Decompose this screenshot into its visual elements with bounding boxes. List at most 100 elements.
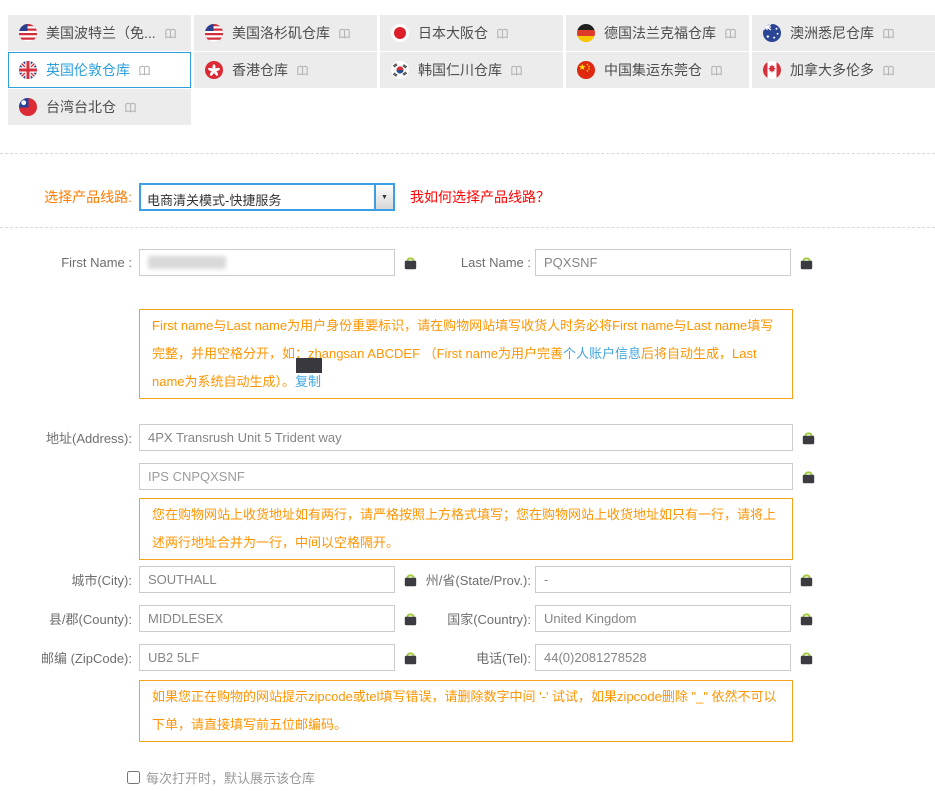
copy-name-link-label: 复制 bbox=[295, 374, 321, 389]
flag-icon-jp bbox=[391, 24, 409, 42]
warehouse-tab-gb-london[interactable]: 英国伦敦仓库 bbox=[8, 52, 191, 88]
product-line-select[interactable]: 电商清关模式-快捷服务 ▼ bbox=[139, 183, 395, 211]
copy-icon[interactable] bbox=[798, 649, 815, 666]
warehouse-tabs: 美国波特兰（免... 美国洛杉矶仓库 日本大阪仓 德国法兰克福仓库 澳洲悉尼仓库英国伦敦… bbox=[0, 0, 935, 125]
warehouse-tab-label: 英国伦敦仓库 bbox=[46, 60, 130, 80]
warehouse-tab-jp-osaka[interactable]: 日本大阪仓 bbox=[380, 15, 563, 51]
copy-icon[interactable] bbox=[798, 571, 815, 588]
zipcode-notice-box: 如果您正在购物的网站提示zipcode或tel填写错误，请删除数字中间 '-' … bbox=[139, 680, 793, 742]
zipcode-input[interactable] bbox=[139, 644, 395, 671]
copy-button-overlay[interactable] bbox=[296, 358, 322, 373]
dashed-divider-top bbox=[0, 153, 935, 154]
tel-label: 电话(Tel): bbox=[419, 648, 531, 667]
last-name-label: Last Name : bbox=[419, 255, 531, 270]
first-name-field-wrap bbox=[139, 249, 395, 276]
bookmark-icon[interactable] bbox=[138, 64, 151, 77]
address-line2-input[interactable] bbox=[139, 463, 793, 490]
warehouse-tab-cn-dongguan[interactable]: 中国集运东莞仓 bbox=[566, 52, 749, 88]
default-warehouse-label: 每次打开时，默认展示该仓库 bbox=[146, 768, 315, 787]
zipcode-label: 邮编 (ZipCode): bbox=[0, 648, 132, 667]
address-line1-row: 地址(Address): bbox=[0, 424, 935, 451]
bookmark-icon[interactable] bbox=[882, 64, 895, 77]
default-warehouse-row: 每次打开时，默认展示该仓库 bbox=[127, 768, 935, 787]
city-state-row: 城市(City): 州/省(State/Prov.): bbox=[0, 566, 935, 593]
warehouse-tab-label: 台湾台北仓 bbox=[46, 97, 116, 117]
bookmark-icon[interactable] bbox=[510, 64, 523, 77]
warehouse-tab-label: 香港仓库 bbox=[232, 60, 288, 80]
address-notice-box: 您在购物网站上收货地址如有两行，请严格按照上方格式填写；您在购物网站上收货地址如… bbox=[139, 498, 793, 560]
warehouse-tab-label: 美国洛杉矶仓库 bbox=[232, 23, 330, 43]
flag-icon-gb bbox=[19, 61, 37, 79]
flag-icon-kr bbox=[391, 61, 409, 79]
bookmark-icon[interactable] bbox=[710, 64, 723, 77]
default-warehouse-checkbox[interactable] bbox=[127, 771, 140, 784]
warehouse-tab-hk[interactable]: 香港仓库 bbox=[194, 52, 377, 88]
state-input[interactable] bbox=[535, 566, 791, 593]
flag-icon-de bbox=[577, 24, 595, 42]
city-input[interactable] bbox=[139, 566, 395, 593]
warehouse-tab-au-sydney[interactable]: 澳洲悉尼仓库 bbox=[752, 15, 935, 51]
warehouse-tab-de-frankfurt[interactable]: 德国法兰克福仓库 bbox=[566, 15, 749, 51]
copy-icon[interactable] bbox=[800, 429, 817, 446]
copy-icon[interactable] bbox=[798, 254, 815, 271]
warehouse-tab-kr-incheon[interactable]: 韩国仁川仓库 bbox=[380, 52, 563, 88]
bookmark-icon[interactable] bbox=[724, 27, 737, 40]
flag-icon-tw bbox=[19, 98, 37, 116]
bookmark-icon[interactable] bbox=[496, 27, 509, 40]
select-dropdown-button[interactable]: ▼ bbox=[374, 185, 393, 209]
last-name-input[interactable] bbox=[535, 249, 791, 276]
warehouse-tab-label: 中国集运东莞仓 bbox=[604, 60, 702, 80]
warehouse-tab-label: 加拿大多伦多 bbox=[790, 60, 874, 80]
copy-icon[interactable] bbox=[402, 649, 419, 666]
warehouse-tab-row: 英国伦敦仓库 香港仓库 韩国仁川仓库 中国集运东莞仓 加拿大多伦多 bbox=[8, 52, 935, 88]
copy-icon[interactable] bbox=[402, 610, 419, 627]
copy-icon[interactable] bbox=[798, 610, 815, 627]
bookmark-icon[interactable] bbox=[124, 101, 137, 114]
name-notice-box: First name与Last name为用户身份重要标识，请在购物网站填写收货… bbox=[139, 309, 793, 399]
flag-icon-us bbox=[205, 24, 223, 42]
city-label: 城市(City): bbox=[0, 570, 132, 589]
name-row: First Name : Last Name : bbox=[0, 249, 935, 276]
bookmark-icon[interactable] bbox=[164, 27, 177, 40]
product-line-selected-value: 电商清关模式-快捷服务 bbox=[141, 185, 374, 209]
bookmark-icon[interactable] bbox=[296, 64, 309, 77]
dashed-divider-bottom bbox=[0, 227, 935, 228]
product-line-row: 选择产品线路: 电商清关模式-快捷服务 ▼ 我如何选择产品线路？ bbox=[0, 183, 935, 211]
warehouse-tab-row: 美国波特兰（免... 美国洛杉矶仓库 日本大阪仓 德国法兰克福仓库 澳洲悉尼仓库 bbox=[8, 15, 935, 51]
warehouse-tab-row: 台湾台北仓 bbox=[8, 89, 935, 125]
bookmark-icon[interactable] bbox=[882, 27, 895, 40]
first-name-label: First Name : bbox=[0, 255, 132, 270]
bookmark-icon[interactable] bbox=[338, 27, 351, 40]
copy-icon[interactable] bbox=[402, 254, 419, 271]
product-line-help-link[interactable]: 我如何选择产品线路？ bbox=[410, 187, 550, 207]
copy-icon[interactable] bbox=[800, 468, 817, 485]
chevron-down-icon: ▼ bbox=[381, 194, 388, 201]
address-form: First Name : Last Name : First name与Last… bbox=[0, 249, 935, 787]
warehouse-tab-label: 日本大阪仓 bbox=[418, 23, 488, 43]
warehouse-tab-tw-taipei[interactable]: 台湾台北仓 bbox=[8, 89, 191, 125]
warehouse-tab-ca-toronto[interactable]: 加拿大多伦多 bbox=[752, 52, 935, 88]
state-label: 州/省(State/Prov.): bbox=[419, 570, 531, 589]
product-line-label: 选择产品线路: bbox=[0, 187, 132, 207]
tel-input[interactable] bbox=[535, 644, 791, 671]
flag-icon-cn bbox=[577, 61, 595, 79]
county-input[interactable] bbox=[139, 605, 395, 632]
address-line2-row bbox=[0, 463, 935, 490]
warehouse-tab-label: 韩国仁川仓库 bbox=[418, 60, 502, 80]
flag-icon-us bbox=[19, 24, 37, 42]
warehouse-tab-us-la[interactable]: 美国洛杉矶仓库 bbox=[194, 15, 377, 51]
copy-icon[interactable] bbox=[402, 571, 419, 588]
address-line1-input[interactable] bbox=[139, 424, 793, 451]
warehouse-tab-us-portland[interactable]: 美国波特兰（免... bbox=[8, 15, 191, 51]
county-label: 县/郡(County): bbox=[0, 609, 132, 628]
copy-name-link[interactable]: 复制 bbox=[295, 374, 321, 389]
county-country-row: 县/郡(County): 国家(Country): bbox=[0, 605, 935, 632]
flag-icon-hk bbox=[205, 61, 223, 79]
first-name-redacted-value bbox=[148, 256, 226, 269]
warehouse-tab-label: 澳洲悉尼仓库 bbox=[790, 23, 874, 43]
address-label: 地址(Address): bbox=[0, 428, 132, 447]
flag-icon-au bbox=[763, 24, 781, 42]
country-input[interactable] bbox=[535, 605, 791, 632]
country-label: 国家(Country): bbox=[419, 609, 531, 628]
account-info-link[interactable]: 个人账户信息 bbox=[563, 346, 641, 361]
